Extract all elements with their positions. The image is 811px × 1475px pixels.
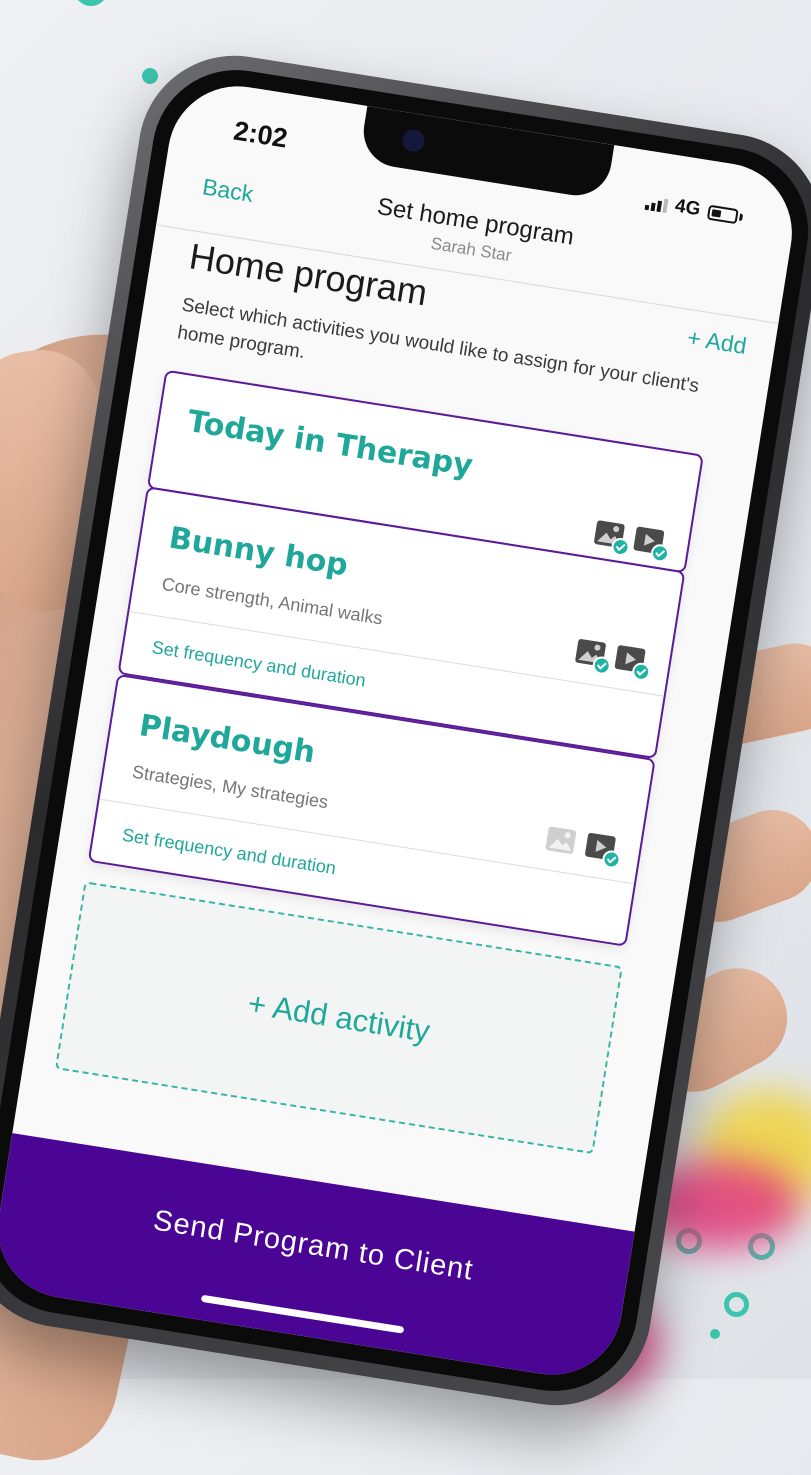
image-icon xyxy=(544,825,578,855)
network-label: 4G xyxy=(673,195,702,221)
video-icon xyxy=(632,525,671,564)
battery-icon xyxy=(706,204,739,224)
video-icon xyxy=(584,831,622,870)
check-icon xyxy=(610,536,631,558)
decor-dot xyxy=(710,1329,720,1339)
decor-ring xyxy=(724,1292,749,1317)
media-status xyxy=(574,637,652,683)
signal-icon xyxy=(644,194,669,214)
media-status xyxy=(544,825,622,870)
check-icon xyxy=(601,849,622,870)
add-button[interactable]: + Add xyxy=(685,324,749,360)
check-icon xyxy=(649,542,671,564)
status-time: 2:02 xyxy=(231,115,290,154)
decor-dot xyxy=(74,0,108,6)
add-activity-label: + Add activity xyxy=(245,985,433,1049)
card-title: Today in Therapy xyxy=(185,403,476,484)
camera-icon xyxy=(400,128,427,154)
image-icon xyxy=(593,519,631,558)
battery-cap xyxy=(739,213,744,221)
media-status xyxy=(593,519,671,564)
send-program-label: Send Program to Client xyxy=(151,1204,476,1287)
card-tags: Strategies, My strategies xyxy=(130,761,330,813)
check-icon xyxy=(591,655,613,676)
check-icon xyxy=(630,661,652,683)
status-indicators: 4G xyxy=(644,191,745,228)
set-frequency-link[interactable]: Set frequency and duration xyxy=(121,825,338,880)
image-icon xyxy=(574,637,613,676)
card-title: Playdough xyxy=(136,708,318,771)
video-icon xyxy=(613,644,652,683)
card-title: Bunny hop xyxy=(166,520,351,584)
